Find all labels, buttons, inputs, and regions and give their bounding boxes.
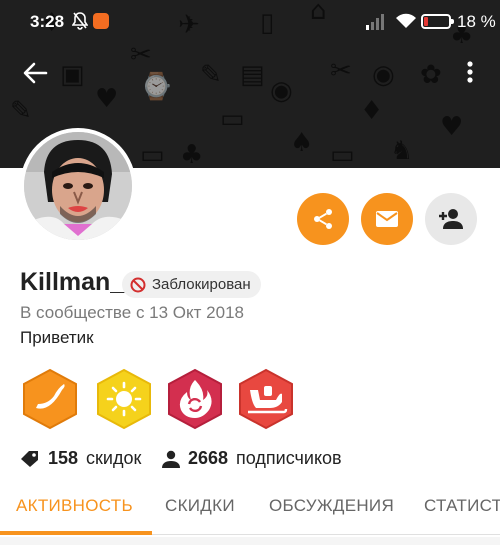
- message-button[interactable]: [361, 193, 413, 245]
- mail-icon: [376, 211, 398, 227]
- share-button[interactable]: [297, 193, 349, 245]
- sun-badge-icon[interactable]: [94, 368, 154, 430]
- signal-icon: [366, 14, 386, 35]
- tab-discussions[interactable]: ОБСУЖДЕНИЯ: [269, 496, 394, 516]
- follow-button[interactable]: [425, 193, 477, 245]
- content-area-top: [0, 537, 500, 545]
- blocked-icon: [130, 277, 146, 292]
- avatar[interactable]: [20, 128, 136, 244]
- active-tab-indicator: [0, 531, 152, 535]
- member-since: В сообществе с 13 Окт 2018: [20, 303, 244, 322]
- blocked-label: Заблокирован: [152, 276, 251, 293]
- more-menu-button[interactable]: [466, 60, 474, 84]
- deals-label: скидок: [86, 448, 142, 468]
- battery-percent: 18 %: [457, 12, 496, 31]
- tab-activity[interactable]: АКТИВНОСТЬ: [16, 496, 133, 516]
- blocked-badge: Заблокирован: [122, 271, 261, 298]
- profile-tabs: АКТИВНОСТЬ СКИДКИ ОБСУЖДЕНИЯ СТАТИСТ: [0, 490, 500, 535]
- status-time: 3:28: [30, 12, 65, 31]
- followers-label: подписчиков: [236, 448, 342, 468]
- share-icon: [314, 209, 332, 229]
- sleigh-badge-icon[interactable]: [236, 368, 296, 430]
- tag-icon: [21, 450, 38, 467]
- banana-badge-icon[interactable]: [20, 368, 80, 430]
- status-bar: 3:28 18 %: [0, 0, 500, 44]
- fire-badge-icon[interactable]: [165, 368, 225, 430]
- followers-number: 2668: [188, 448, 229, 468]
- deals-count[interactable]: 158 скидок: [20, 448, 141, 469]
- tab-deals[interactable]: СКИДКИ: [165, 496, 235, 516]
- username: Killman_: [20, 268, 125, 296]
- notification-muted-icon: [71, 12, 89, 35]
- wifi-icon: [395, 13, 417, 34]
- deals-number: 158: [48, 448, 79, 468]
- arrow-left-icon: [23, 62, 48, 84]
- battery-icon: [421, 14, 454, 29]
- back-button[interactable]: [22, 60, 48, 93]
- profile-status: Приветик: [20, 328, 94, 347]
- more-vert-icon: [467, 61, 473, 83]
- add-friend-icon: [439, 209, 463, 229]
- app-notification-icon: [93, 13, 109, 29]
- followers-count[interactable]: 2668 подписчиков: [162, 448, 342, 469]
- person-icon: [162, 450, 180, 468]
- tab-statistics[interactable]: СТАТИСТ: [424, 496, 500, 516]
